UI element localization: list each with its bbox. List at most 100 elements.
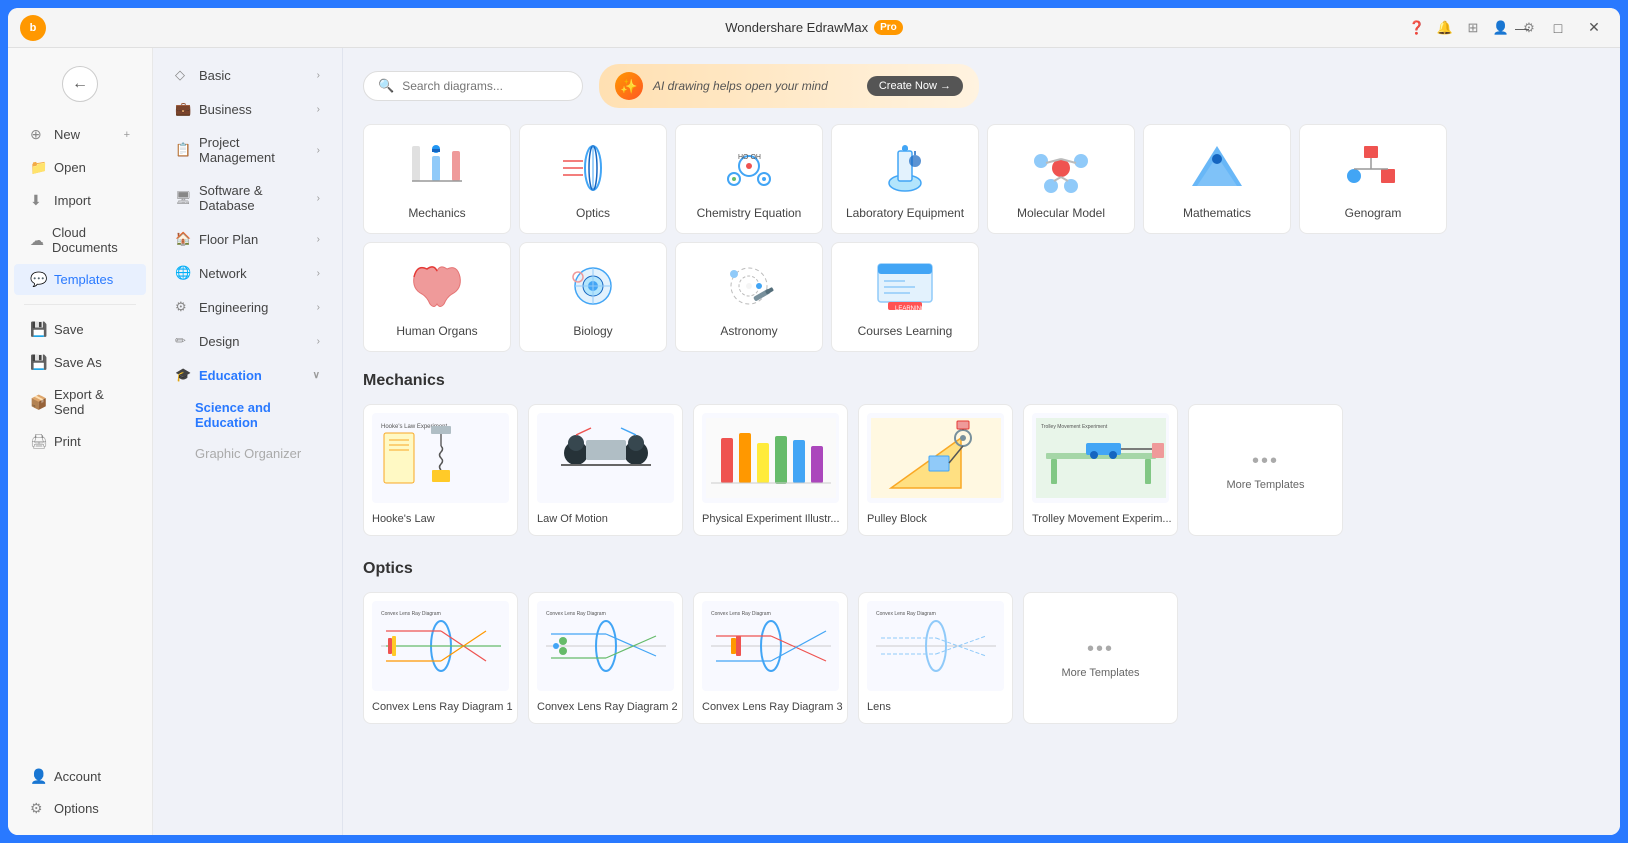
category-optics[interactable]: Optics [519,124,667,234]
convex1-thumb: Convex Lens Ray Diagram [372,601,509,691]
ai-create-button[interactable]: Create Now → [867,76,963,96]
template-convex1[interactable]: Convex Lens Ray Diagram [363,592,518,724]
category-chemistry[interactable]: HO OH Chemistry Equation [675,124,823,234]
pulley-thumb [867,413,1004,503]
template-convex2[interactable]: Convex Lens Ray Diagram [528,592,683,724]
template-convex3[interactable]: Convex Lens Ray Diagram Convex Lens Ray … [693,592,848,724]
back-button[interactable]: ← [62,66,98,102]
ai-banner[interactable]: ✨ AI drawing helps open your mind Create… [599,64,979,108]
template-hookes[interactable]: Hooke's Law Experiment Hooke's Law [363,404,518,536]
menu-design[interactable]: ✏Design › [159,325,336,357]
search-box[interactable]: 🔍 [363,71,583,101]
nav-new[interactable]: ⊕ New + [14,119,146,150]
network-icon: 🌐 [175,265,191,281]
convex2-label: Convex Lens Ray Diagram 2 [537,701,678,713]
svg-text:Convex Lens Ray Diagram: Convex Lens Ray Diagram [711,611,771,617]
more-mechanics-button[interactable]: ••• More Templates [1188,404,1343,536]
templates-icon: 💬 [30,271,46,288]
organs-label: Human Organs [396,324,477,338]
help-icon[interactable]: ❓ [1406,17,1428,39]
template-pulley[interactable]: Pulley Block [858,404,1013,536]
close-button[interactable]: ✕ [1580,14,1608,42]
maximize-button[interactable]: □ [1544,14,1572,42]
genogram-thumb [1338,138,1408,198]
user-avatar: b [20,15,46,41]
category-molecular[interactable]: Molecular Model [987,124,1135,234]
mechanics-thumb [402,138,472,198]
nav-cloud[interactable]: ☁ Cloud Documents [14,218,146,262]
cloud-icon: ☁ [30,232,44,249]
submenu-graphic[interactable]: Graphic Organizer [159,439,336,468]
chemistry-thumb: HO OH [714,138,784,198]
new-icon: ⊕ [30,126,46,143]
open-icon: 📁 [30,159,46,176]
notification-icon[interactable]: 🔔 [1434,17,1456,39]
minimize-button[interactable]: — [1508,14,1536,42]
menu-basic[interactable]: ◇Basic › [159,59,336,91]
molecular-label: Molecular Model [1017,206,1105,220]
astronomy-label: Astronomy [720,324,777,338]
nav-bottom: 👤 Account ⚙ Options [8,760,152,825]
grid-icon[interactable]: ⊞ [1462,17,1484,39]
search-input[interactable] [402,79,568,93]
lens-thumb: Convex Lens Ray Diagram [867,601,1004,691]
courses-label: Courses Learning [858,324,953,338]
nav-export[interactable]: 📦 Export & Send [14,380,146,424]
nav-divider [24,304,136,305]
category-courses[interactable]: LEARNING Courses Learning [831,242,979,352]
ai-icon: ✨ [615,72,643,100]
svg-text:Convex Lens Ray Diagram: Convex Lens Ray Diagram [546,611,606,617]
category-math[interactable]: Mathematics [1143,124,1291,234]
nav-open[interactable]: 📁 Open [14,152,146,183]
template-trolley[interactable]: Trolley Movement Experiment [1023,404,1178,536]
svg-text:Convex Lens Ray Diagram: Convex Lens Ray Diagram [381,611,441,617]
menu-business[interactable]: 💼Business › [159,93,336,125]
category-genogram[interactable]: Genogram [1299,124,1447,234]
mechanics-label: Mechanics [408,206,465,220]
more-optics-button[interactable]: ••• More Templates [1023,592,1178,724]
business-icon: 💼 [175,101,191,117]
nav-save[interactable]: 💾 Save [14,314,146,345]
category-organs[interactable]: Human Organs [363,242,511,352]
lawmotion-thumb [537,413,674,503]
category-grid: Mechanics Optics [363,124,1600,352]
category-astronomy[interactable]: Astronomy [675,242,823,352]
astronomy-thumb [714,256,784,316]
template-lawmotion[interactable]: Law Of Motion [528,404,683,536]
nav-print[interactable]: 🖨 Print [14,426,146,457]
education-icon: 🎓 [175,367,191,383]
save-icon: 💾 [30,321,46,338]
category-mechanics[interactable]: Mechanics [363,124,511,234]
convex2-thumb: Convex Lens Ray Diagram [537,601,674,691]
math-thumb [1182,138,1252,198]
math-label: Mathematics [1183,206,1251,220]
nav-import[interactable]: ⬇ Import [14,185,146,216]
pulley-label: Pulley Block [867,513,927,525]
ai-text: AI drawing helps open your mind [653,79,857,93]
nav-templates[interactable]: 💬 Templates [14,264,146,295]
organs-thumb [402,256,472,316]
menu-engineering[interactable]: ⚙Engineering › [159,291,336,323]
nav-save-as[interactable]: 💾 Save As [14,347,146,378]
category-biology[interactable]: Biology [519,242,667,352]
menu-floor[interactable]: 🏠Floor Plan › [159,223,336,255]
account-icon: 👤 [30,768,46,785]
window-controls: — □ ✕ [1508,8,1608,47]
physexp-thumb [702,413,839,503]
template-lens[interactable]: Convex Lens Ray Diagram Lens [858,592,1013,724]
menu-network[interactable]: 🌐Network › [159,257,336,289]
menu-project[interactable]: 📋Project Management › [159,127,336,173]
template-physexp[interactable]: Physical Experiment Illustr... [693,404,848,536]
convex3-label: Convex Lens Ray Diagram 3 [702,701,843,713]
submenu-science[interactable]: Science and Education [159,393,336,437]
category-lab[interactable]: Laboratory Equipment [831,124,979,234]
menu-education[interactable]: 🎓Education ∨ [159,359,336,391]
genogram-label: Genogram [1345,206,1402,220]
floor-icon: 🏠 [175,231,191,247]
narrow-sidebar: ← ⊕ New + 📁 Open ⬇ Import ☁ Cloud Docume… [8,48,153,835]
optics-templates: Convex Lens Ray Diagram [363,592,1600,724]
nav-options[interactable]: ⚙ Options [14,793,146,824]
menu-software[interactable]: 🖥Software & Database › [159,175,336,221]
nav-account[interactable]: 👤 Account [14,761,146,792]
convex1-label: Convex Lens Ray Diagram 1 [372,701,513,713]
